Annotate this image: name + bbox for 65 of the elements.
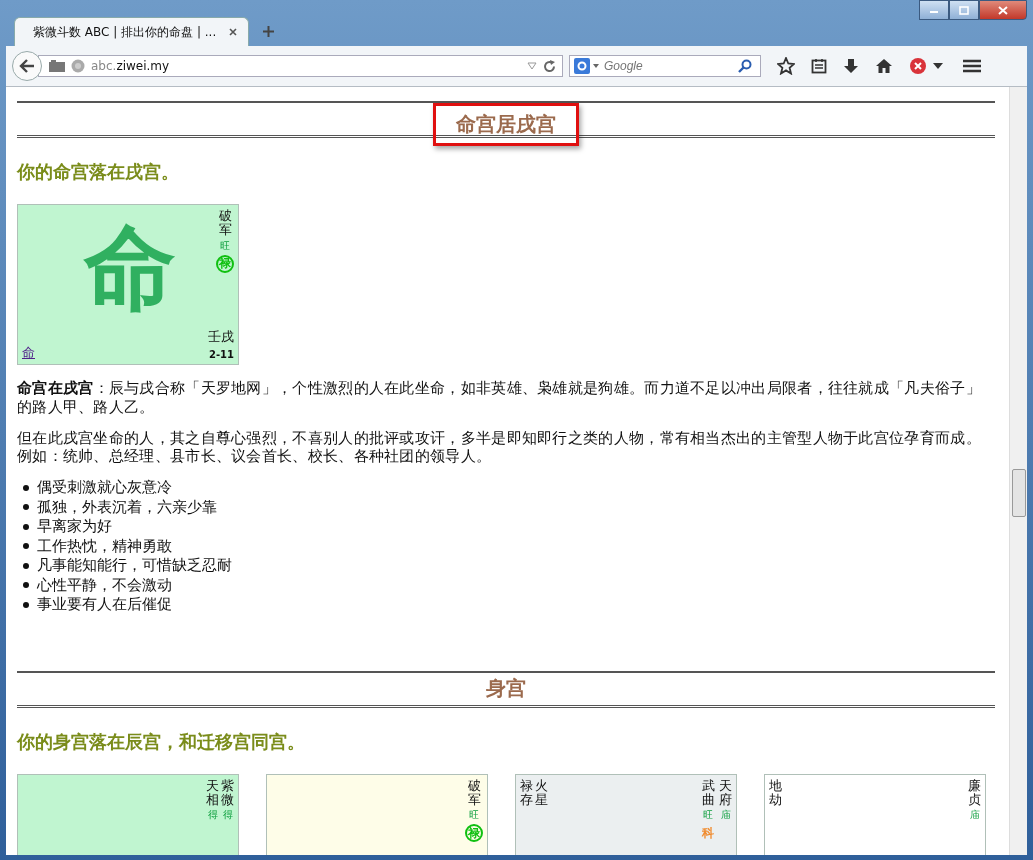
section-subtitle: 你的命宫落在戌宫。: [17, 160, 180, 184]
section-subtitle: 你的身宫落在辰宫，和迁移宫同宫。: [17, 729, 306, 754]
maximize-button[interactable]: [949, 0, 979, 20]
maximize-icon: [959, 5, 969, 15]
star-brightness: 得: [222, 808, 233, 823]
star-name: 破军: [218, 209, 232, 238]
paragraph: 但在此戌宫坐命的人，其之自尊心强烈，不喜别人的批评或攻讦，多半是即知即行之类的人物，常有相当杰出的主管型人物于此宫位孕育而成。例如：统帅、总经理、县市长、议会首长、校长、各种社团的领导人。: [17, 428, 982, 466]
star-name: 禄存: [520, 778, 533, 808]
reading-list-icon[interactable]: [811, 58, 827, 74]
search-icon[interactable]: [738, 59, 752, 73]
download-icon[interactable]: [843, 58, 859, 74]
section-heading: 命宫居戌宫: [433, 102, 579, 146]
star-brightness: 庙: [969, 808, 980, 823]
section-heading: 身宫: [485, 675, 527, 702]
bullet-item: 工作热忱，精神勇敢: [23, 536, 995, 556]
close-icon[interactable]: [228, 27, 238, 37]
bullet-item: 早离家为好: [23, 517, 995, 537]
tab-title: 紫微斗数 ABC | 排出你的命盘 | ...: [33, 23, 217, 41]
reload-icon[interactable]: [543, 59, 556, 73]
search-input[interactable]: Google: [604, 59, 734, 73]
address-bar[interactable]: abc.ziwei.my: [38, 55, 563, 77]
star-name: 天府: [719, 778, 732, 808]
star-brightness: 庙: [720, 808, 731, 823]
star-brightness: 旺: [220, 238, 230, 253]
minimize-button[interactable]: [919, 0, 949, 20]
caret-icon[interactable]: [933, 63, 943, 69]
star-icon[interactable]: [777, 57, 795, 75]
transform-mark: 禄: [465, 824, 483, 843]
bullet-item: 偶受刺激就心灰意冷: [23, 478, 995, 498]
close-button[interactable]: [979, 0, 1027, 20]
palace-big-character: 命: [84, 223, 176, 315]
star-brightness: 得: [207, 808, 218, 823]
url-text: abc.ziwei.my: [91, 59, 171, 73]
scrollbar[interactable]: [1009, 87, 1027, 855]
palace-branch: 壬戌: [208, 328, 234, 346]
bullet-item: 凡事能知能行，可惜缺乏忍耐: [23, 556, 995, 576]
stop-icon[interactable]: [909, 57, 927, 75]
home-icon[interactable]: [875, 58, 893, 74]
age-range: 2-11: [208, 349, 234, 360]
star-name: 廉贞: [968, 778, 981, 808]
globe-icon: [71, 59, 85, 73]
bullet-item: 孤独，外表沉着，六亲少靠: [23, 497, 995, 517]
paragraph: 命宫在戌宫：辰与戌合称「天罗地网」，个性激烈的人在此坐命，如非英雄、枭雄就是狗雄。而力道不足以冲出局限者，往往就成「凡夫俗子」的路人甲、路人乙。: [17, 379, 982, 417]
browser-tab[interactable]: 紫微斗数 ABC | 排出你的命盘 | ...: [14, 17, 249, 46]
close-icon: [998, 5, 1008, 15]
back-button[interactable]: [12, 51, 42, 81]
star-brightness: 旺: [703, 808, 713, 823]
transform-mark: 科: [701, 824, 715, 842]
new-tab-icon[interactable]: [263, 26, 274, 37]
star-name: 地劫: [769, 778, 782, 808]
star-name: 武曲: [701, 778, 715, 808]
menu-icon[interactable]: [963, 59, 981, 73]
search-bar[interactable]: Google: [569, 55, 761, 77]
bullet-item: 事业要有人在后催促: [23, 595, 995, 615]
scrollbar-thumb[interactable]: [1012, 469, 1026, 517]
back-arrow-icon: [19, 59, 35, 73]
search-engine-icon[interactable]: [574, 58, 600, 74]
bullet-item: 心性平静，不会激动: [23, 575, 995, 595]
palace-link[interactable]: 命: [22, 344, 35, 362]
star-name: 紫微: [221, 778, 234, 808]
star-name: 火星: [535, 778, 548, 808]
star-brightness: 旺: [469, 808, 479, 823]
star-name: 天相: [206, 778, 219, 808]
transform-mark: 禄: [216, 254, 234, 273]
star-name: 破军: [467, 778, 481, 808]
